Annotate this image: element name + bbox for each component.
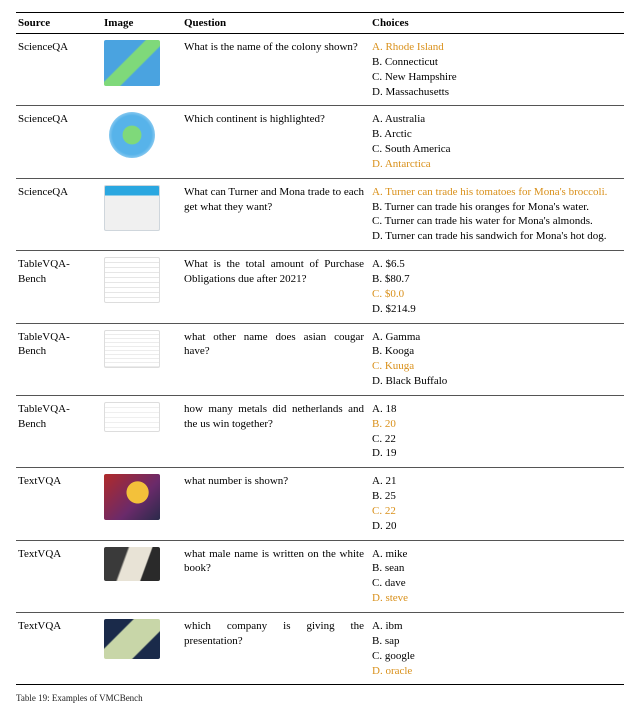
choice: B. Kooga (372, 344, 618, 359)
choices-cell: A. 18B. 20C. 22D. 19 (370, 395, 624, 467)
choice-correct: A. Rhode Island (372, 40, 618, 55)
col-header-source: Source (16, 13, 102, 34)
presentation-photo-thumbnail (104, 619, 160, 659)
medals-table-thumbnail (104, 402, 160, 432)
choice: A. $6.5 (372, 257, 618, 272)
choice: B. Connecticut (372, 55, 618, 70)
map-thumbnail (104, 40, 160, 86)
choice: C. Turner can trade his water for Mona's… (372, 214, 618, 229)
choices-cell: A. Rhode IslandB. ConnecticutC. New Hamp… (370, 34, 624, 106)
col-header-choices: Choices (370, 13, 624, 34)
choices-cell: A. $6.5B. $80.7C. $0.0D. $214.9 (370, 251, 624, 323)
choice-correct: C. Kuuga (372, 359, 618, 374)
choice: D. Turner can trade his sandwich for Mon… (372, 229, 618, 244)
book-photo-thumbnail (104, 547, 160, 581)
question-cell: what number is shown? (182, 468, 370, 540)
choice-correct: D. oracle (372, 664, 618, 679)
choice: D. Black Buffalo (372, 374, 618, 389)
choice: D. 20 (372, 519, 618, 534)
image-cell (102, 613, 182, 685)
table-row: ScienceQA What can Turner and Mona trade … (16, 178, 624, 250)
choice-correct: A. Turner can trade his tomatoes for Mon… (372, 185, 618, 200)
choice: B. 25 (372, 489, 618, 504)
choice: C. 22 (372, 432, 618, 447)
caption-text: Table 19: Examples of VMCBench (16, 693, 143, 703)
choice: C. South America (372, 142, 618, 157)
choices-cell: A. 21B. 25C. 22D. 20 (370, 468, 624, 540)
choice: C. dave (372, 576, 618, 591)
source-cell: TextVQA (16, 540, 102, 612)
source-cell: TextVQA (16, 468, 102, 540)
finance-table-thumbnail (104, 257, 160, 303)
choice: B. sean (372, 561, 618, 576)
table-row: TextVQA what male name is written on the … (16, 540, 624, 612)
choice: A. Gamma (372, 330, 618, 345)
source-cell: TableVQA-Bench (16, 395, 102, 467)
image-cell (102, 251, 182, 323)
table-row: TableVQA-Bench how many metals did nether… (16, 395, 624, 467)
image-cell (102, 34, 182, 106)
choice: A. 21 (372, 474, 618, 489)
source-cell: ScienceQA (16, 106, 102, 178)
question-cell: What can Turner and Mona trade to each g… (182, 178, 370, 250)
trade-table-thumbnail (104, 185, 160, 231)
globe-thumbnail (109, 112, 155, 158)
choice: D. 19 (372, 446, 618, 461)
source-cell: TableVQA-Bench (16, 251, 102, 323)
table-row: TableVQA-Bench What is the total amount o… (16, 251, 624, 323)
choice: D. $214.9 (372, 302, 618, 317)
image-cell (102, 178, 182, 250)
choice: A. Australia (372, 112, 618, 127)
image-cell (102, 540, 182, 612)
choices-cell: A. mikeB. seanC. daveD. steve (370, 540, 624, 612)
source-cell: ScienceQA (16, 178, 102, 250)
col-header-image: Image (102, 13, 182, 34)
table-header-row: Source Image Question Choices (16, 13, 624, 34)
choice: B. $80.7 (372, 272, 618, 287)
choice: A. 18 (372, 402, 618, 417)
choice-correct: D. Antarctica (372, 157, 618, 172)
question-cell: Which continent is highlighted? (182, 106, 370, 178)
image-cell (102, 106, 182, 178)
question-cell: how many metals did netherlands and the … (182, 395, 370, 467)
table-row: ScienceQA What is the name of the colony … (16, 34, 624, 106)
question-cell: what male name is written on the white b… (182, 540, 370, 612)
table-row: TextVQA which company is giving the prese… (16, 613, 624, 685)
choice: C. New Hampshire (372, 70, 618, 85)
choice: B. Arctic (372, 127, 618, 142)
examples-table: Source Image Question Choices ScienceQA W… (16, 12, 624, 685)
choice: A. mike (372, 547, 618, 562)
choices-cell: A. GammaB. KoogaC. KuugaD. Black Buffalo (370, 323, 624, 395)
choice: C. google (372, 649, 618, 664)
choice-correct: D. steve (372, 591, 618, 606)
choice: B. Turner can trade his oranges for Mona… (372, 200, 618, 215)
source-cell: ScienceQA (16, 34, 102, 106)
street-photo-thumbnail (104, 474, 160, 520)
table-caption: Table 19: Examples of VMCBench (16, 693, 624, 703)
choices-cell: A. ibmB. sapC. googleD. oracle (370, 613, 624, 685)
choice-correct: C. $0.0 (372, 287, 618, 302)
question-cell: what other name does asian cougar have? (182, 323, 370, 395)
choices-cell: A. Turner can trade his tomatoes for Mon… (370, 178, 624, 250)
question-cell: What is the name of the colony shown? (182, 34, 370, 106)
question-cell: What is the total amount of Purchase Obl… (182, 251, 370, 323)
source-cell: TextVQA (16, 613, 102, 685)
col-header-question: Question (182, 13, 370, 34)
table-row: TextVQA what number is shown?A. 21B. 25C.… (16, 468, 624, 540)
table-row: ScienceQA Which continent is highlighted?… (16, 106, 624, 178)
source-cell: TableVQA-Bench (16, 323, 102, 395)
question-cell: which company is giving the presentation… (182, 613, 370, 685)
choice: B. sap (372, 634, 618, 649)
choice: A. ibm (372, 619, 618, 634)
image-cell (102, 395, 182, 467)
wiki-table-thumbnail (104, 330, 160, 368)
choices-cell: A. AustraliaB. ArcticC. South AmericaD. … (370, 106, 624, 178)
image-cell (102, 323, 182, 395)
table-row: TableVQA-Bench what other name does asian… (16, 323, 624, 395)
choice: D. Massachusetts (372, 85, 618, 100)
choice-correct: B. 20 (372, 417, 618, 432)
image-cell (102, 468, 182, 540)
choice-correct: C. 22 (372, 504, 618, 519)
